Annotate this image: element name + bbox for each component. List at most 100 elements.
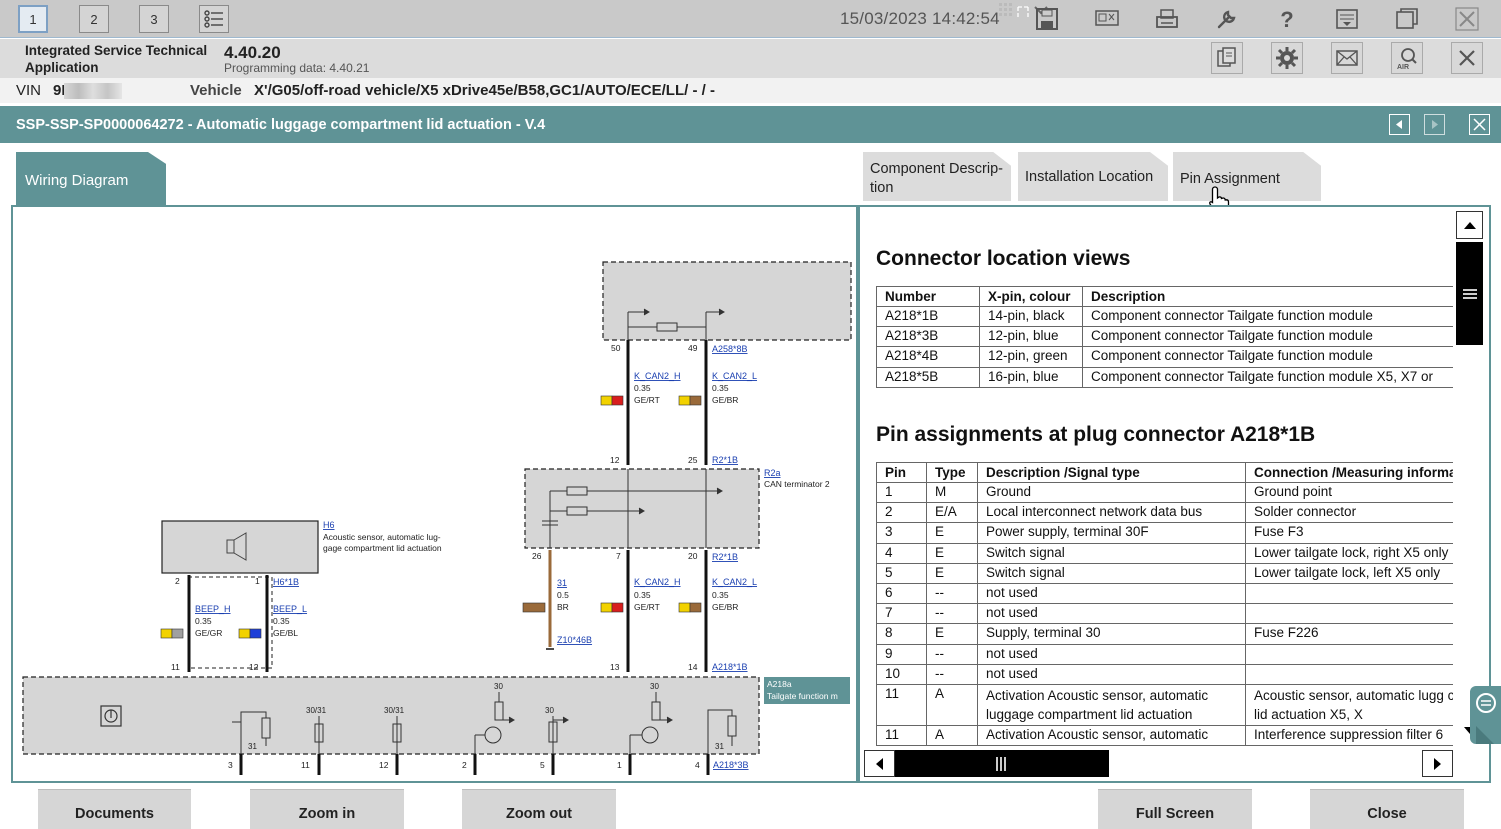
table-cell: 11 [876,724,927,747]
window-close-icon[interactable] [1452,4,1482,34]
tab-component-description[interactable]: Component Descrip-tion [863,152,1011,201]
session-tab-1[interactable]: 1 [18,5,48,33]
pin-table: Pin Type Description /Signal type Connec… [876,462,1453,747]
signal-link[interactable]: K_CAN2_H [634,371,681,381]
vertical-scroll-thumb[interactable] [1456,242,1483,345]
pin-label: 12 [249,662,259,672]
save-icon[interactable] [1032,4,1062,34]
swap-arrows-icon[interactable] [1470,686,1501,744]
pin-assignment-panel[interactable]: Connector location views Number X-pin, c… [858,205,1491,783]
connector-link[interactable]: R2*1B [712,552,738,562]
table-cell: Lower tailgate lock, left X5 only [1245,562,1453,584]
table-cell: 2 [876,502,927,524]
table-row: A218*4B 12-pin, green Component connector … [876,346,1453,368]
close-document-icon[interactable] [1469,114,1490,135]
horizontal-scrollbar[interactable] [862,748,1454,779]
mail-icon[interactable] [1331,42,1363,74]
connector-link[interactable]: A218*3B [713,760,749,770]
datetime-display: 15/03/2023 14:42:54 [840,9,1000,28]
vin-redacted [64,83,122,99]
colour-chip-yellow [600,602,613,613]
dropdown-window-icon[interactable] [1332,4,1362,34]
close-button[interactable]: Close [1310,789,1464,829]
vertical-scrollbar[interactable] [1454,209,1485,746]
air-search-icon[interactable]: AIR [1391,42,1423,74]
wire-colour: GE/BL [273,628,298,638]
scroll-up-icon[interactable] [1456,211,1483,239]
scroll-left-icon[interactable] [864,750,895,777]
signal-link[interactable]: 31 [557,578,567,588]
component-link[interactable]: A218a [767,679,792,689]
table-cell [1245,643,1453,665]
table-cell: 5 [876,562,927,584]
signal-link[interactable]: K_CAN2_L [712,371,757,381]
can-terminator-box [524,468,760,549]
session-tab-2[interactable]: 2 [79,5,109,33]
table-cell: A218*1B [876,305,980,328]
scroll-right-icon[interactable] [1422,750,1453,777]
component-description: CAN terminator 2 [764,479,830,489]
side-handle[interactable] [1470,686,1501,744]
top-toolbar: 1 2 3 15/03/2023 14:42:54 ? [0,0,1501,38]
table-cell: A [926,683,978,726]
component-link[interactable]: R2a [764,468,781,478]
full-screen-button[interactable]: Full Screen [1098,789,1252,829]
table-row: 6 -- not used [876,582,1453,605]
pin-assignment-content: Connector location views Number X-pin, c… [860,207,1453,747]
table-cell: 6 [876,582,927,605]
table-cell: Power supply, terminal 30F [977,522,1246,544]
help-icon[interactable]: ? [1272,4,1302,34]
print-icon[interactable] [1152,4,1182,34]
terminal-label: 30 [545,706,554,715]
signal-link[interactable]: K_CAN2_H [634,577,681,587]
colour-chip-brown [522,602,546,613]
column-header: Pin [876,462,927,483]
pin-label: 12 [610,455,620,465]
wire-gauge: 0.35 [634,383,651,393]
connector-link[interactable]: H6*1B [273,577,299,587]
table-cell: Activation Acoustic sensor, automatic lu… [977,683,1246,726]
wrench-icon[interactable] [1212,4,1242,34]
table-cell: Local interconnect network data bus [977,502,1246,524]
signal-link[interactable]: BEEP_H [195,604,231,614]
pin-label: 12 [379,760,389,770]
table-row: 4 E Switch signal Lower tailgate lock, righ… [876,542,1453,564]
tab-installation-location[interactable]: Installation Location [1018,152,1168,201]
documents-button[interactable]: Documents [38,789,191,829]
tab-wiring-diagram[interactable]: Wiring Diagram [16,152,166,206]
pin-label: 1 [617,760,622,770]
grid-icon[interactable] [1092,4,1122,34]
window-restore-icon[interactable] [1392,4,1422,34]
signal-link[interactable]: BEEP_L [273,604,307,614]
list-icon[interactable] [199,5,229,33]
vin-label: VIN [16,82,42,99]
connector-link[interactable]: A218*1B [712,662,748,672]
column-header: X-pin, colour [979,286,1083,307]
wire-colour: GE/RT [634,602,660,612]
wiring-diagram-panel[interactable]: 50 49 A258*8B K_CAN2_H 0.35 GE/RT K_CAN2… [11,205,858,783]
table-cell: 12-pin, green [979,346,1083,368]
connector-link[interactable]: A258*8B [712,344,748,354]
horizontal-scroll-thumb[interactable] [895,750,1109,777]
connector-table: Number X-pin, colour Description A218*1B… [876,286,1453,388]
next-arrow-icon[interactable] [1424,114,1445,135]
svg-text:AIR: AIR [1397,64,1409,70]
table-cell: Ground point [1245,481,1453,504]
connector-link[interactable]: R2*1B [712,455,738,465]
colour-chip-yellow [600,395,613,406]
table-cell: 4 [876,542,927,564]
wiring-diagram[interactable]: 50 49 A258*8B K_CAN2_H 0.35 GE/RT K_CAN2… [13,207,856,781]
table-cell: Activation Acoustic sensor, automatic [977,724,1246,747]
settings-icon[interactable] [1271,42,1303,74]
component-link[interactable]: H6 [323,520,335,530]
connector-link[interactable]: Z10*46B [557,635,592,645]
previous-arrow-icon[interactable] [1389,114,1410,135]
tab-pin-assignment[interactable]: Pin Assignment [1173,152,1321,201]
close-icon[interactable] [1451,42,1483,74]
signal-link[interactable]: K_CAN2_L [712,577,757,587]
table-row: 7 -- not used [876,603,1453,625]
zoom-out-button[interactable]: Zoom out [462,789,616,829]
document-copy-icon[interactable] [1211,42,1243,74]
session-tab-3[interactable]: 3 [139,5,169,33]
zoom-in-button[interactable]: Zoom in [250,789,404,829]
